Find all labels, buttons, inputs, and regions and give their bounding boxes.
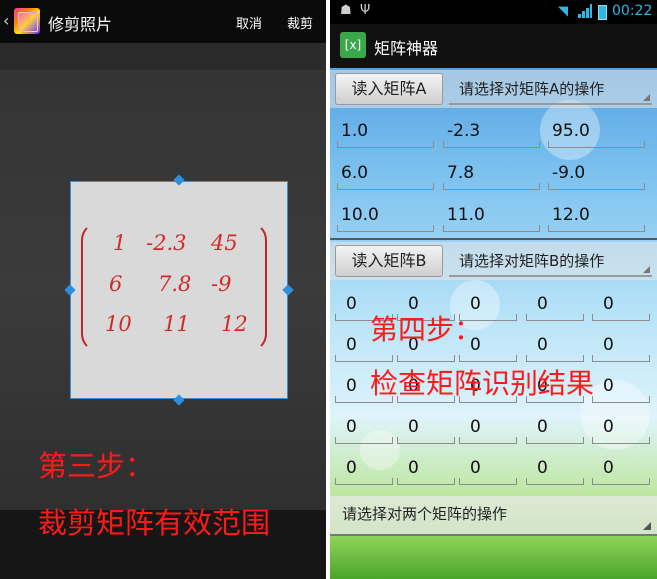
battery-icon xyxy=(598,5,607,20)
crop-selection-box[interactable]: 1 -2.3 45 6 7.8 -9 10 11 12 xyxy=(70,181,288,399)
crop-screen: ‹ 修剪照片 取消 裁剪 1 -2.3 45 6 7.8 -9 10 11 12… xyxy=(0,0,326,579)
handwritten-cell: 12 xyxy=(221,312,248,336)
matrix-a-cell[interactable]: 95.0 xyxy=(548,114,645,148)
matrix-app-screen: ☗ Ψ ◥ 00:22 [x] 矩阵神器 读入矩阵A 请选择对矩阵A的操作 1.… xyxy=(330,0,657,579)
status-bar: ☗ Ψ ◥ 00:22 xyxy=(330,0,657,24)
handwritten-cell: 7.8 xyxy=(158,272,192,296)
right-bracket xyxy=(249,222,267,352)
handwritten-cell: -9 xyxy=(211,272,232,296)
matrix-a-operation-select[interactable]: 请选择对矩阵A的操作 xyxy=(449,73,652,105)
matrix-b-cell[interactable]: 0 xyxy=(459,451,517,485)
crop-button[interactable]: 裁剪 xyxy=(287,13,313,32)
matrix-b-cell[interactable]: 0 xyxy=(526,328,584,362)
two-matrix-operation-select[interactable]: 请选择对两个矩阵的操作 xyxy=(330,496,657,536)
step-caption-line2: 检查矩阵识别结果 xyxy=(370,367,595,400)
matrix-b-cell[interactable]: 0 xyxy=(335,451,393,485)
matrix-b-cell[interactable]: 0 xyxy=(592,328,650,362)
matrix-a-cell[interactable]: 11.0 xyxy=(443,198,540,232)
matrix-a-cell[interactable]: 6.0 xyxy=(337,156,434,190)
app-icon[interactable]: [x] xyxy=(340,32,366,58)
matrix-b-cell[interactable]: 0 xyxy=(526,410,584,444)
read-matrix-a-button[interactable]: 读入矩阵A xyxy=(335,73,443,105)
bottom-grass-area xyxy=(330,536,657,579)
step-caption-line2: 裁剪矩阵有效范围 xyxy=(38,506,271,540)
usb-icon: Ψ xyxy=(360,3,371,18)
handwritten-cell: 45 xyxy=(211,231,238,255)
back-icon[interactable]: ‹ xyxy=(3,11,9,30)
app-action-bar: [x] 矩阵神器 xyxy=(330,24,657,68)
cancel-button[interactable]: 取消 xyxy=(236,13,262,32)
matrix-a-cell[interactable]: 12.0 xyxy=(548,198,645,232)
matrix-b-cell[interactable]: 0 xyxy=(397,451,455,485)
handwritten-cell: 6 xyxy=(109,272,123,296)
handwritten-cell: 10 xyxy=(105,312,132,336)
matrix-a-cell[interactable]: -2.3 xyxy=(443,114,540,148)
handwritten-cell: 1 xyxy=(113,231,127,255)
matrix-b-operation-select[interactable]: 请选择对矩阵B的操作 xyxy=(449,245,652,277)
matrix-b-cell[interactable]: 0 xyxy=(592,410,650,444)
wifi-icon: ◥ xyxy=(558,4,568,19)
step-caption-line1: 第四步： xyxy=(370,313,483,346)
matrix-a-cell[interactable]: 1.0 xyxy=(337,114,434,148)
matrix-a-cell[interactable]: 7.8 xyxy=(443,156,540,190)
signal-icon xyxy=(578,4,592,18)
matrix-b-cell[interactable]: 0 xyxy=(397,410,455,444)
matrix-a-cell[interactable]: -9.0 xyxy=(548,156,645,190)
screen-title: 修剪照片 xyxy=(48,15,113,34)
handwritten-cell: 11 xyxy=(163,312,190,336)
gallery-app-icon[interactable] xyxy=(14,8,40,34)
matrix-b-cell[interactable]: 0 xyxy=(459,410,517,444)
step-caption-line1: 第三步： xyxy=(38,449,155,483)
clock: 00:22 xyxy=(612,3,653,19)
crop-action-bar: ‹ 修剪照片 取消 裁剪 xyxy=(0,0,326,43)
matrix-a-cell[interactable]: 10.0 xyxy=(337,198,434,232)
matrix-b-cell[interactable]: 0 xyxy=(335,410,393,444)
section-divider xyxy=(330,238,657,240)
handwritten-cell: -2.3 xyxy=(146,231,187,255)
read-matrix-b-button[interactable]: 读入矩阵B xyxy=(335,245,443,277)
matrix-b-cell[interactable]: 0 xyxy=(526,451,584,485)
left-bracket xyxy=(81,222,99,352)
matrix-b-cell[interactable]: 0 xyxy=(592,369,650,403)
matrix-b-cell[interactable]: 0 xyxy=(592,451,650,485)
matrix-b-cell[interactable]: 0 xyxy=(526,287,584,321)
matrix-b-cell[interactable]: 0 xyxy=(592,287,650,321)
app-title: 矩阵神器 xyxy=(374,39,439,58)
android-debug-icon: ☗ xyxy=(340,3,352,18)
